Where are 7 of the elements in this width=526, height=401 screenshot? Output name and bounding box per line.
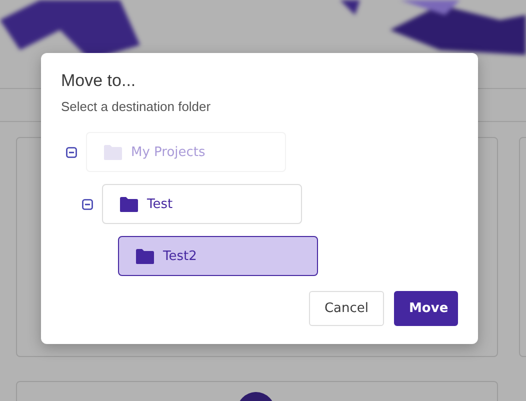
- cancel-button[interactable]: Cancel: [309, 291, 384, 326]
- folder-icon: [135, 248, 155, 264]
- folder-icon: [119, 196, 139, 212]
- move-button[interactable]: Move: [394, 291, 458, 326]
- dialog-title: Move to...: [61, 71, 137, 91]
- dialog-subtitle: Select a destination folder: [61, 99, 212, 114]
- folder-icon: [103, 144, 123, 160]
